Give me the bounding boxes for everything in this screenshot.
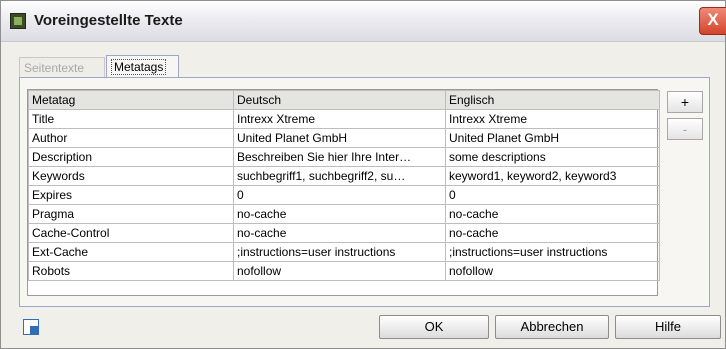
cell-metatag[interactable]: Title bbox=[28, 109, 234, 129]
cell-metatag[interactable]: Expires bbox=[28, 185, 234, 205]
metatags-table: Metatag Deutsch Englisch Title Intrexx X… bbox=[27, 89, 660, 296]
table-row[interactable]: Expires 0 0 bbox=[28, 185, 660, 205]
remove-row-button[interactable]: - bbox=[667, 118, 703, 140]
table-row[interactable]: Description Beschreiben Sie hier Ihre In… bbox=[28, 147, 660, 167]
table-row[interactable]: Pragma no-cache no-cache bbox=[28, 204, 660, 224]
column-header-metatag[interactable]: Metatag bbox=[28, 90, 234, 110]
cell-englisch[interactable]: some descriptions bbox=[445, 147, 660, 167]
title-bar[interactable]: Voreingestellte Texte X bbox=[1, 1, 726, 42]
table-row[interactable]: Cache-Control no-cache no-cache bbox=[28, 223, 660, 243]
cell-deutsch[interactable]: no-cache bbox=[233, 204, 446, 224]
ok-button[interactable]: OK bbox=[379, 315, 489, 339]
close-button[interactable]: X bbox=[699, 7, 726, 35]
tab-metatags[interactable]: Metatags bbox=[106, 55, 179, 77]
table-header-row: Metatag Deutsch Englisch bbox=[28, 90, 660, 110]
cell-metatag[interactable]: Description bbox=[28, 147, 234, 167]
cell-deutsch[interactable]: suchbegriff1, suchbegriff2, su… bbox=[233, 166, 446, 186]
cell-englisch[interactable]: ;instructions=user instructions bbox=[445, 242, 660, 262]
table-row[interactable]: Title Intrexx Xtreme Intrexx Xtreme bbox=[28, 109, 660, 129]
cell-metatag[interactable]: Pragma bbox=[28, 204, 234, 224]
cell-metatag[interactable]: Cache-Control bbox=[28, 223, 234, 243]
add-row-button[interactable]: + bbox=[667, 91, 703, 113]
cell-englisch[interactable]: United Planet GmbH bbox=[445, 128, 660, 148]
cell-englisch[interactable]: no-cache bbox=[445, 223, 660, 243]
cancel-button[interactable]: Abbrechen bbox=[495, 315, 609, 339]
cell-englisch[interactable]: keyword1, keyword2, keyword3 bbox=[445, 166, 660, 186]
cell-metatag[interactable]: Keywords bbox=[28, 166, 234, 186]
cell-deutsch[interactable]: Intrexx Xtreme bbox=[233, 109, 446, 129]
table-row[interactable]: Robots nofollow nofollow bbox=[28, 261, 660, 281]
table-row[interactable]: Ext-Cache ;instructions=user instruction… bbox=[28, 242, 660, 262]
tab-label: Seitentexte bbox=[24, 61, 85, 75]
cell-deutsch[interactable]: nofollow bbox=[233, 261, 446, 281]
table-row[interactable]: Author United Planet GmbH United Planet … bbox=[28, 128, 660, 148]
cell-deutsch[interactable]: United Planet GmbH bbox=[233, 128, 446, 148]
column-header-englisch[interactable]: Englisch bbox=[445, 90, 660, 110]
cell-deutsch[interactable]: no-cache bbox=[233, 223, 446, 243]
cell-englisch[interactable]: 0 bbox=[445, 185, 660, 205]
app-icon bbox=[10, 13, 26, 29]
dialog-window: Voreingestellte Texte X Seitentexte Meta… bbox=[0, 0, 726, 349]
cell-deutsch[interactable]: 0 bbox=[233, 185, 446, 205]
cell-deutsch[interactable]: ;instructions=user instructions bbox=[233, 242, 446, 262]
tab-seitentexte[interactable]: Seitentexte bbox=[19, 57, 105, 77]
metatags-panel: Metatag Deutsch Englisch Title Intrexx X… bbox=[19, 77, 710, 307]
context-help-icon[interactable] bbox=[23, 319, 39, 335]
cell-englisch[interactable]: nofollow bbox=[445, 261, 660, 281]
tab-label: Metatags bbox=[111, 59, 167, 75]
cell-metatag[interactable]: Robots bbox=[28, 261, 234, 281]
cell-metatag[interactable]: Author bbox=[28, 128, 234, 148]
help-button[interactable]: Hilfe bbox=[615, 315, 721, 339]
cell-englisch[interactable]: no-cache bbox=[445, 204, 660, 224]
cell-deutsch[interactable]: Beschreiben Sie hier Ihre Inter… bbox=[233, 147, 446, 167]
window-title: Voreingestellte Texte bbox=[34, 12, 183, 29]
cell-metatag[interactable]: Ext-Cache bbox=[28, 242, 234, 262]
cell-englisch[interactable]: Intrexx Xtreme bbox=[445, 109, 660, 129]
table-row[interactable]: Keywords suchbegriff1, suchbegriff2, su…… bbox=[28, 166, 660, 186]
column-header-deutsch[interactable]: Deutsch bbox=[233, 90, 446, 110]
